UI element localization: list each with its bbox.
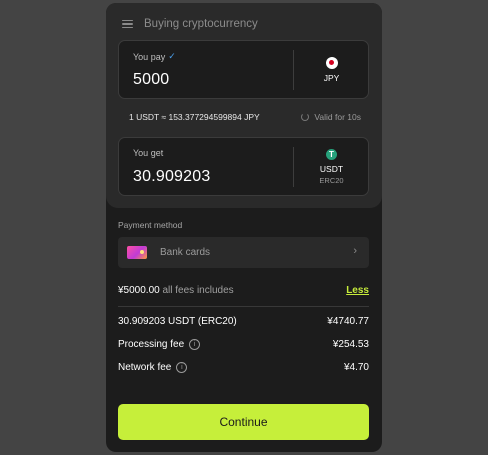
chevron-right-icon: ›	[353, 245, 357, 257]
network-fee-row: Network fee i ¥4.70	[118, 362, 369, 373]
page-title: Buying cryptocurrency	[144, 18, 258, 30]
get-currency-selector[interactable]: T USDT ERC20	[294, 138, 369, 195]
exchange-rate-row: 1 USDT ≈ 153.377294599894 JPY Valid for …	[129, 112, 361, 122]
less-toggle-link[interactable]: Less	[346, 285, 369, 296]
network-fee-label: Network fee	[118, 362, 172, 373]
flag-japan-icon	[325, 56, 338, 69]
tether-icon: T	[326, 148, 337, 160]
crypto-buy-widget: Buying cryptocurrency You pay ✓ 5000 JPY…	[106, 3, 382, 452]
menu-icon[interactable]	[122, 19, 133, 29]
processing-fee-row: Processing fee i ¥254.53	[118, 339, 369, 350]
processing-fee-value: ¥254.53	[332, 339, 369, 350]
pay-amount-box: You pay ✓ 5000 JPY	[118, 40, 369, 99]
get-currency-network: ERC20	[319, 175, 344, 185]
get-currency-code: USDT	[319, 163, 344, 174]
network-fee-label-wrap: Network fee i	[118, 362, 188, 373]
header: Buying cryptocurrency	[122, 17, 258, 31]
rate-validity-text: Valid for 10s	[314, 112, 361, 122]
info-icon[interactable]: i	[189, 339, 201, 350]
total-note: all fees includes	[162, 285, 234, 296]
network-fee-value: ¥4.70	[343, 362, 369, 373]
bank-card-icon	[127, 246, 147, 259]
check-icon: ✓	[168, 51, 176, 61]
breakdown-value: ¥4740.77	[327, 316, 369, 327]
exchange-rate: 1 USDT ≈ 153.377294599894 JPY	[129, 112, 260, 122]
processing-fee-label: Processing fee	[118, 339, 185, 350]
payment-method-label: Payment method	[118, 220, 183, 230]
get-label: You get	[133, 148, 164, 158]
total-row: ¥5000.00 all fees includes Less	[118, 285, 369, 296]
breakdown-label: 30.909203 USDT (ERC20)	[118, 316, 237, 327]
breakdown-row: 30.909203 USDT (ERC20) ¥4740.77	[118, 316, 369, 327]
continue-button[interactable]: Continue	[118, 404, 369, 440]
timer-spinner-icon	[301, 113, 310, 121]
pay-currency-code: JPY	[323, 72, 340, 83]
pay-label: You pay	[133, 51, 166, 62]
total-amount: ¥5000.00	[118, 285, 160, 296]
get-amount-input[interactable]: 30.909203	[133, 168, 210, 186]
processing-fee-label-wrap: Processing fee i	[118, 339, 201, 350]
pay-amount-input[interactable]: 5000	[133, 71, 169, 89]
total-summary: ¥5000.00 all fees includes	[118, 285, 234, 296]
get-amount-box: You get 30.909203 T USDT ERC20	[118, 137, 369, 196]
divider	[118, 306, 369, 307]
rate-validity: Valid for 10s	[301, 112, 361, 122]
info-icon[interactable]: i	[176, 362, 188, 373]
exchange-panel: Buying cryptocurrency You pay ✓ 5000 JPY…	[106, 3, 382, 208]
pay-label-wrap: You pay ✓	[133, 51, 176, 62]
payment-method-name: Bank cards	[160, 247, 211, 258]
pay-currency-selector[interactable]: JPY	[294, 41, 369, 98]
payment-method-selector[interactable]: Bank cards ›	[118, 237, 369, 268]
